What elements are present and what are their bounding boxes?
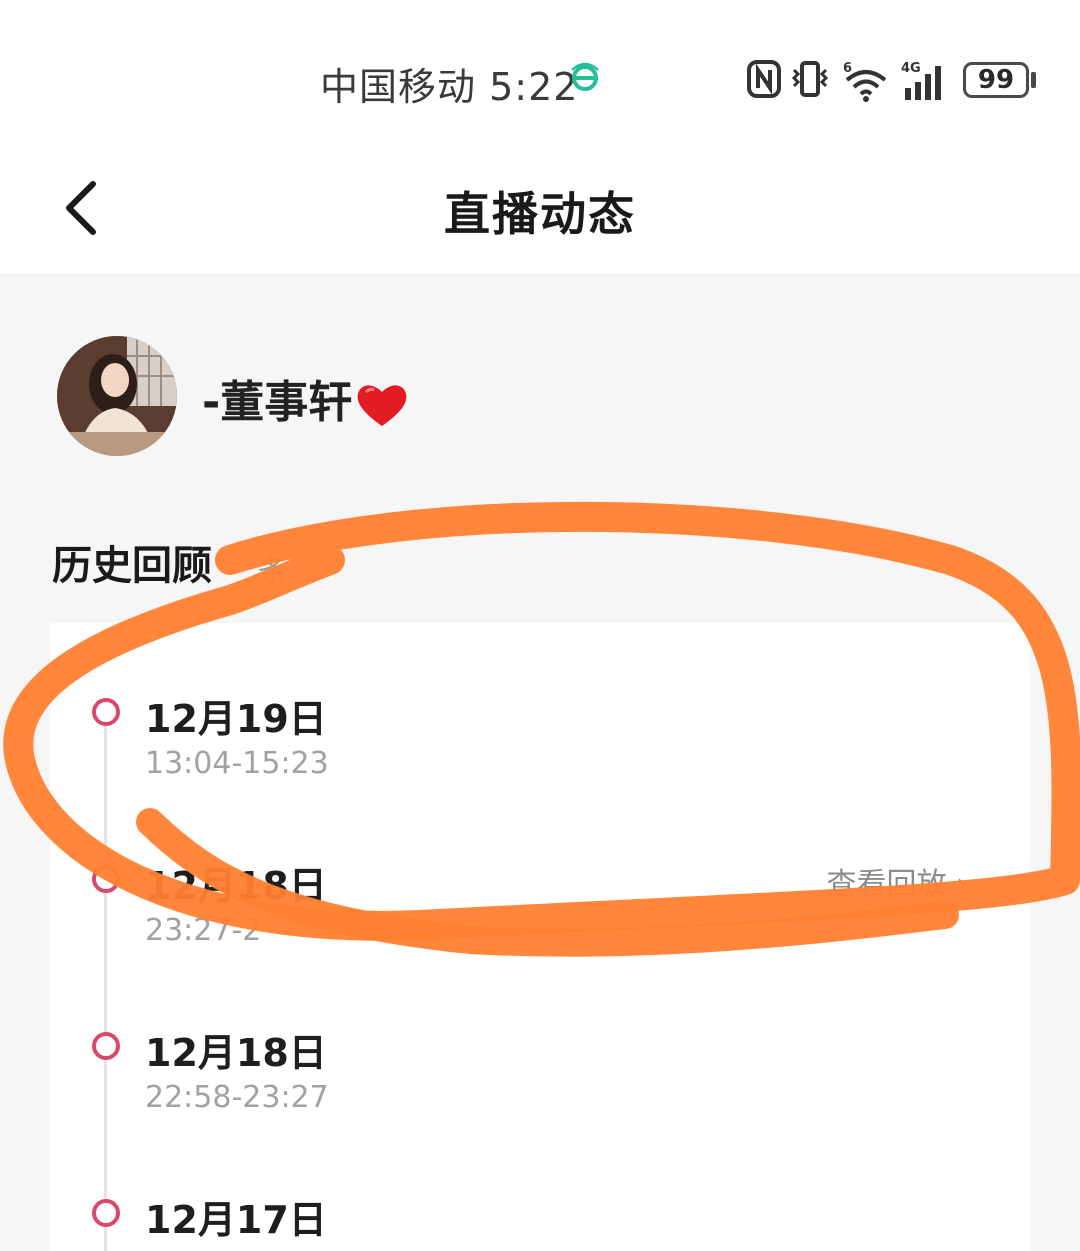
history-title: 历史回顾	[52, 543, 212, 589]
entry-time: 23:27-2	[145, 913, 262, 948]
page-title: 直播动态	[444, 187, 636, 241]
wifi-6-icon: 6	[843, 61, 887, 102]
browser-e-icon	[571, 62, 599, 91]
vibrate-icon	[791, 61, 829, 97]
heart-icon	[357, 385, 407, 426]
history-entry[interactable]: 12月19日 13:04-15:23	[88, 688, 988, 788]
entry-date: 12月19日	[145, 697, 327, 741]
nfc-icon	[747, 60, 781, 98]
battery-indicator: 99	[963, 62, 1029, 98]
svg-text:4G: 4G	[901, 61, 921, 76]
status-bar: 中国移动 5:22 6 4G 99	[0, 0, 1080, 150]
timeline-dot	[92, 865, 120, 893]
view-replay-link[interactable]: 查看回放 ›	[826, 859, 968, 903]
timeline-dot	[92, 698, 120, 726]
streamer-name-text: -董事轩	[202, 377, 353, 428]
avatar[interactable]	[57, 336, 177, 456]
streamer-name: -董事轩	[202, 366, 410, 430]
entry-time: 22:58-23:27	[145, 1080, 329, 1115]
battery-tip	[1031, 72, 1036, 88]
svg-text:6: 6	[843, 61, 852, 76]
carrier-time: 中国移动 5:22	[320, 56, 578, 111]
nav-bar: 直播动态	[0, 150, 1080, 273]
history-entry[interactable]: 12月17日	[88, 1189, 988, 1251]
entry-date: 12月17日	[145, 1198, 327, 1242]
timeline-line	[104, 720, 107, 1251]
history-entry[interactable]: 12月18日 22:58-23:27	[88, 1022, 988, 1122]
history-count: 条	[258, 554, 288, 589]
entry-date: 12月18日	[145, 1031, 327, 1075]
carrier-name: 中国移动	[320, 65, 477, 109]
timeline-dot	[92, 1199, 120, 1227]
4g-signal-icon: 4G	[901, 61, 941, 100]
entry-date: 12月18日	[145, 864, 327, 908]
history-entry[interactable]: 12月18日 23:27-2 查看回放 ›	[88, 855, 988, 955]
avatar-image	[57, 336, 177, 456]
timeline-dot	[92, 1032, 120, 1060]
entry-time: 13:04-15:23	[145, 746, 329, 781]
status-time: 5:22	[489, 65, 579, 109]
